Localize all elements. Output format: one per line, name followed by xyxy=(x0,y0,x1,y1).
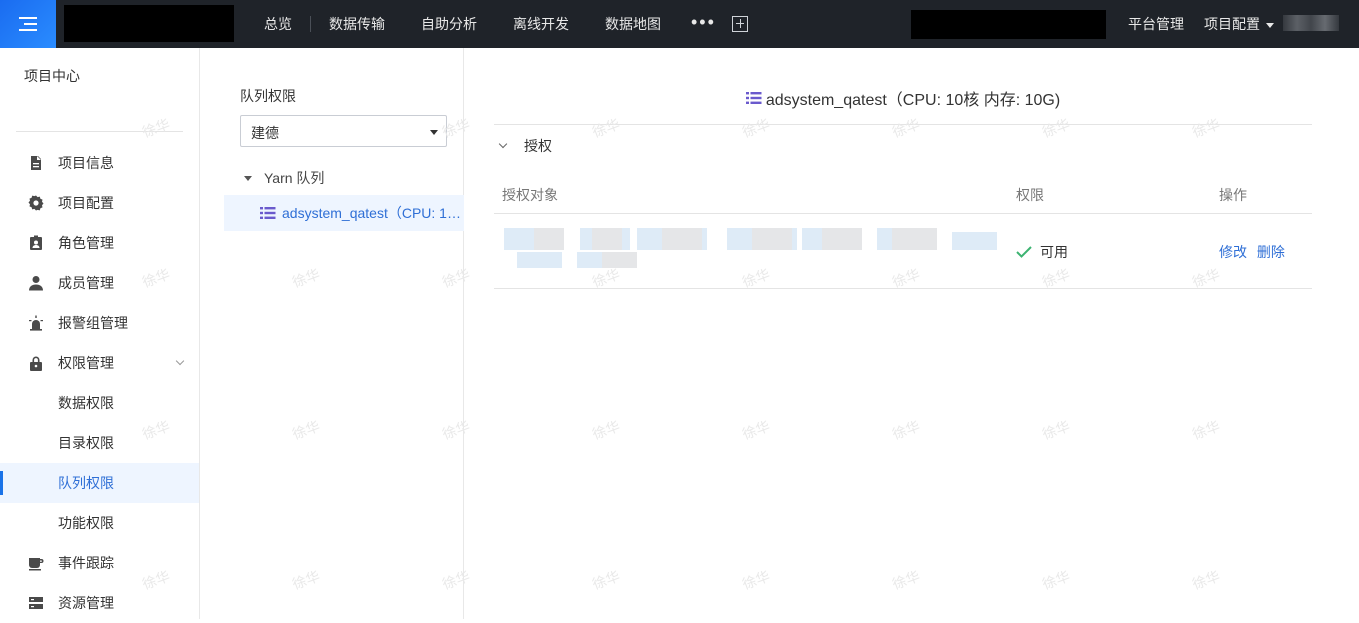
logo-redacted xyxy=(64,5,234,42)
list-icon xyxy=(745,92,762,104)
right-nav: 平台管理 项目配置 xyxy=(1128,0,1294,48)
row-divider xyxy=(494,288,1312,289)
sidebar-item-label: 项目信息 xyxy=(58,155,114,171)
caret-down-icon xyxy=(430,130,438,135)
column-header-actions: 操作 xyxy=(1219,187,1247,203)
list-icon xyxy=(260,207,276,219)
sidebar-item-resource-management[interactable]: 资源管理 xyxy=(0,583,199,623)
alarm-icon xyxy=(28,315,44,331)
section-authorization[interactable]: 授权 xyxy=(494,136,552,156)
table-header-divider xyxy=(494,213,1312,214)
authorized-subject-redacted xyxy=(502,226,997,270)
project-config-label: 项目配置 xyxy=(1204,16,1260,32)
more-icon[interactable]: ••• xyxy=(679,0,728,48)
gear-icon xyxy=(28,195,44,211)
queue-tree-panel: 队列权限 建德 Yarn 队列 adsystem_qatest（CPU: 10核… xyxy=(224,48,464,619)
menu-toggle-button[interactable] xyxy=(0,0,56,48)
chevron-down-icon xyxy=(175,356,185,366)
main-panel: adsystem_qatest（CPU: 10核 内存: 10G) 授权 授权对… xyxy=(494,48,1312,619)
nav-data-transfer[interactable]: 数据传输 xyxy=(311,0,403,48)
add-tab-icon[interactable] xyxy=(731,16,748,32)
chevron-down-icon[interactable] xyxy=(498,139,508,149)
sidebar-title: 项目中心 xyxy=(24,68,80,84)
tree-node-queue[interactable]: adsystem_qatest（CPU: 10核 内存: 10G) xyxy=(224,195,464,231)
document-icon xyxy=(28,155,44,171)
section-title: 授权 xyxy=(524,138,552,154)
nav-data-map[interactable]: 数据地图 xyxy=(587,0,679,48)
server-icon xyxy=(28,595,44,611)
sidebar-item-permission-management[interactable]: 权限管理 xyxy=(0,343,199,383)
delete-link[interactable]: 删除 xyxy=(1257,244,1285,260)
cup-icon xyxy=(28,555,44,571)
sidebar-item-label: 权限管理 xyxy=(58,355,114,371)
queue-header-title: adsystem_qatest（CPU: 10核 内存: 10G) xyxy=(765,92,1061,109)
sidebar-subitem-catalog-permission[interactable]: 目录权限 xyxy=(0,423,199,463)
queue-header: adsystem_qatest（CPU: 10核 内存: 10G) xyxy=(494,86,1312,110)
caret-down-icon xyxy=(1266,22,1274,28)
user-avatar-redacted[interactable] xyxy=(1283,15,1339,31)
user-icon xyxy=(28,275,44,291)
header-divider xyxy=(494,124,1312,125)
project-config-dropdown[interactable]: 项目配置 xyxy=(1204,14,1274,34)
tree-root-label: Yarn 队列 xyxy=(264,170,325,186)
sidebar: 项目中心 项目信息 项目配置 角色管理 成员管理 报警组管理 权限管理 数据权限… xyxy=(0,48,200,619)
sidebar-subitem-function-permission[interactable]: 功能权限 xyxy=(0,503,199,543)
edit-link[interactable]: 修改 xyxy=(1219,244,1247,260)
sidebar-item-alarm-group[interactable]: 报警组管理 xyxy=(0,303,199,343)
cluster-select-value: 建德 xyxy=(251,125,279,141)
top-nav: 总览 数据传输 自助分析 离线开发 数据地图 ••• xyxy=(246,0,748,48)
permission-label: 可用 xyxy=(1040,244,1068,260)
sidebar-item-event-tracking[interactable]: 事件跟踪 xyxy=(0,543,199,583)
sidebar-item-member-management[interactable]: 成员管理 xyxy=(0,263,199,303)
hamburger-icon xyxy=(19,17,37,31)
badge-icon xyxy=(28,235,44,251)
tree-node-label: adsystem_qatest（CPU: 10核 内存: 10G) xyxy=(282,205,462,221)
platform-management-link[interactable]: 平台管理 xyxy=(1128,14,1184,34)
cluster-select[interactable]: 建德 xyxy=(240,115,447,147)
search-redacted[interactable] xyxy=(911,10,1106,39)
sidebar-item-label: 项目配置 xyxy=(58,195,114,211)
sidebar-item-label: 资源管理 xyxy=(58,595,114,611)
top-bar: 总览 数据传输 自助分析 离线开发 数据地图 ••• 平台管理 项目配置 xyxy=(0,0,1359,48)
nav-overview[interactable]: 总览 xyxy=(246,0,310,48)
row-actions: 修改 删除 xyxy=(1219,242,1291,262)
column-header-permission: 权限 xyxy=(1016,187,1044,203)
permission-status: 可用 xyxy=(1016,242,1068,262)
queue-panel-title: 队列权限 xyxy=(240,88,296,104)
sidebar-item-role-management[interactable]: 角色管理 xyxy=(0,223,199,263)
sidebar-item-label: 成员管理 xyxy=(58,275,114,291)
sidebar-item-label: 报警组管理 xyxy=(58,315,128,331)
sidebar-divider xyxy=(16,131,183,132)
sidebar-item-project-info[interactable]: 项目信息 xyxy=(0,143,199,183)
tree-root-yarn[interactable]: Yarn 队列 xyxy=(244,169,324,187)
check-icon xyxy=(1016,246,1032,258)
sidebar-item-label: 事件跟踪 xyxy=(58,555,114,571)
lock-icon xyxy=(28,355,44,371)
sidebar-item-project-config[interactable]: 项目配置 xyxy=(0,183,199,223)
column-header-subject: 授权对象 xyxy=(502,187,558,203)
nav-offline-dev[interactable]: 离线开发 xyxy=(495,0,587,48)
sidebar-item-label: 角色管理 xyxy=(58,235,114,251)
nav-self-analysis[interactable]: 自助分析 xyxy=(403,0,495,48)
sidebar-subitem-data-permission[interactable]: 数据权限 xyxy=(0,383,199,423)
sidebar-subitem-queue-permission[interactable]: 队列权限 xyxy=(0,463,199,503)
tree-expand-icon[interactable] xyxy=(244,175,252,181)
